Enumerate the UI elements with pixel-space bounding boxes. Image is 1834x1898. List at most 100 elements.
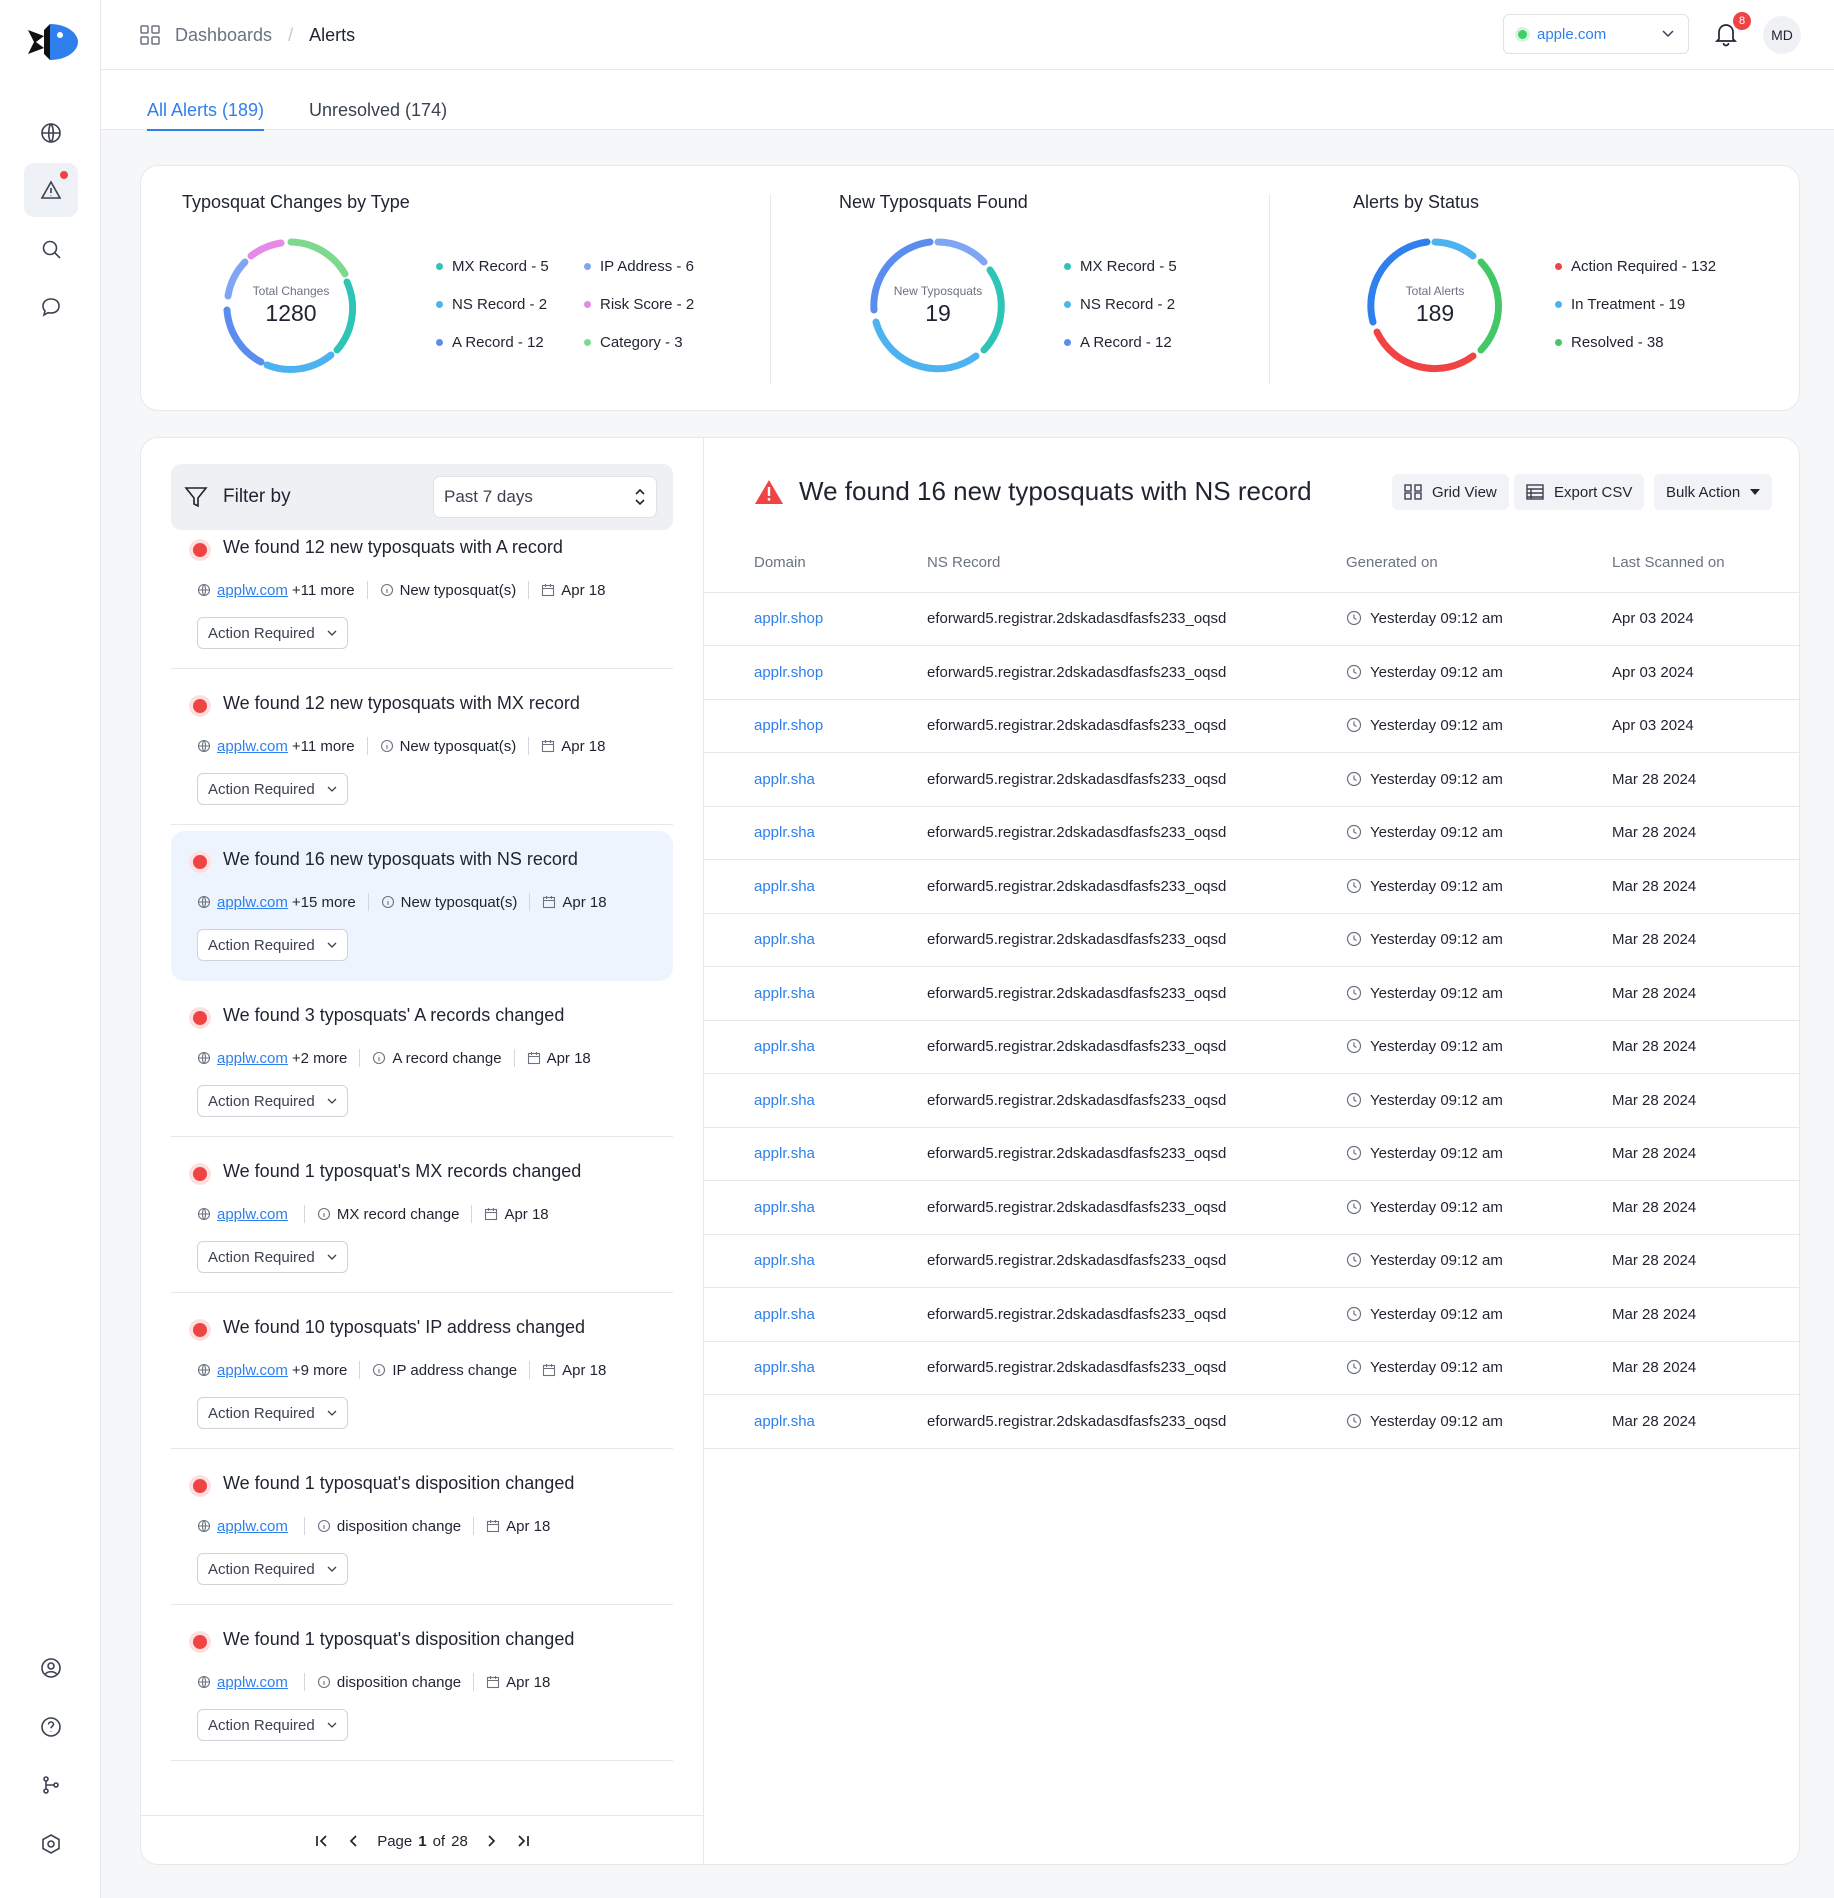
cell-domain[interactable]: applr.sha [704, 966, 927, 1021]
cell-domain[interactable]: applr.sha [704, 1020, 927, 1074]
last-page-icon[interactable] [516, 1834, 530, 1848]
cell-domain[interactable]: applr.sha [704, 1073, 927, 1128]
alert-item[interactable]: We found 10 typosquats' IP address chang… [171, 1299, 673, 1449]
nav-help[interactable] [24, 1700, 78, 1754]
nav-profile[interactable] [24, 1641, 78, 1695]
cell-domain[interactable]: applr.shop [704, 645, 927, 700]
alert-date: Apr 18 [561, 581, 606, 599]
cell-last-scanned: Mar 28 2024 [1612, 1073, 1799, 1128]
alert-item[interactable]: We found 12 new typosquats with A record… [171, 519, 673, 669]
table-row[interactable]: applr.shop eforward5.registrar.2dskadasdf… [704, 699, 1799, 753]
col-last-scanned[interactable]: Last Scanned on [1612, 533, 1799, 593]
nav-chat[interactable] [24, 280, 78, 334]
cell-domain[interactable]: applr.shop [704, 592, 927, 646]
table-row[interactable]: applr.sha eforward5.registrar.2dskadasdfa… [704, 1127, 1799, 1181]
col-ns-record[interactable]: NS Record [927, 533, 1346, 593]
table-row[interactable]: applr.sha eforward5.registrar.2dskadasdfa… [704, 1180, 1799, 1235]
table-row[interactable]: applr.sha eforward5.registrar.2dskadasdfa… [704, 1341, 1799, 1395]
avatar[interactable]: MD [1763, 16, 1801, 54]
domain-link[interactable]: applw.com [217, 1674, 288, 1691]
alerts-status-donut: Total Alerts 189 [1363, 234, 1507, 378]
alert-item[interactable]: We found 16 new typosquats with NS recor… [171, 831, 673, 981]
alert-item[interactable]: We found 1 typosquat's disposition chang… [171, 1455, 673, 1605]
status-dropdown[interactable]: Action Required [197, 929, 348, 961]
breadcrumb-separator: / [288, 24, 294, 45]
status-dropdown[interactable]: Action Required [197, 1085, 348, 1117]
table-row[interactable]: applr.shop eforward5.registrar.2dskadasdf… [704, 592, 1799, 646]
clock-icon [1346, 932, 1362, 947]
col-domain[interactable]: Domain [704, 533, 927, 593]
tab-all-alerts[interactable]: All Alerts (189) [147, 100, 265, 131]
cell-domain[interactable]: applr.sha [704, 1341, 927, 1395]
cell-domain[interactable]: applr.sha [704, 1180, 927, 1235]
status-dropdown[interactable]: Action Required [197, 1397, 348, 1429]
export-csv-button[interactable]: Export CSV [1514, 474, 1645, 510]
alert-item[interactable]: We found 1 typosquat's MX records change… [171, 1143, 673, 1293]
table-row[interactable]: applr.sha eforward5.registrar.2dskadasdfa… [704, 913, 1799, 967]
meta-divider [359, 1049, 361, 1067]
cell-ns-record: eforward5.registrar.2dskadasdfasfs233_oq… [927, 966, 1346, 1021]
cell-domain[interactable]: applr.sha [704, 752, 927, 807]
first-page-icon[interactable] [315, 1834, 329, 1848]
nav-settings[interactable] [24, 1817, 78, 1871]
cell-domain[interactable]: applr.sha [704, 1394, 927, 1449]
table-row[interactable]: applr.sha eforward5.registrar.2dskadasdfa… [704, 1394, 1799, 1449]
domain-link[interactable]: applw.com [217, 738, 288, 755]
status-value: Action Required [208, 624, 315, 642]
prev-page-icon[interactable] [349, 1834, 359, 1848]
cell-domain[interactable]: applr.sha [704, 1234, 927, 1288]
table-row[interactable]: applr.sha eforward5.registrar.2dskadasdfa… [704, 966, 1799, 1021]
status-dropdown[interactable]: Action Required [197, 1709, 348, 1741]
table-row[interactable]: applr.sha eforward5.registrar.2dskadasdfa… [704, 806, 1799, 860]
table-row[interactable]: applr.sha eforward5.registrar.2dskadasdfa… [704, 1234, 1799, 1288]
alert-divider [171, 824, 673, 825]
domain-link[interactable]: applw.com [217, 1362, 288, 1379]
table-row[interactable]: applr.shop eforward5.registrar.2dskadasdf… [704, 645, 1799, 700]
status-dropdown[interactable]: Action Required [197, 1553, 348, 1585]
table-row[interactable]: applr.sha eforward5.registrar.2dskadasdfa… [704, 1020, 1799, 1074]
table-row[interactable]: applr.sha eforward5.registrar.2dskadasdfa… [704, 859, 1799, 914]
col-generated-on[interactable]: Generated on [1346, 533, 1612, 593]
table-row[interactable]: applr.sha eforward5.registrar.2dskadasdfa… [704, 752, 1799, 807]
alert-item[interactable]: We found 12 new typosquats with MX recor… [171, 675, 673, 825]
grid-view-button[interactable]: Grid View [1392, 474, 1509, 510]
cell-domain[interactable]: applr.shop [704, 699, 927, 753]
domain-link[interactable]: applw.com [217, 894, 288, 911]
cell-generated-on: Yesterday 09:12 am [1346, 1073, 1612, 1128]
domain-link[interactable]: applw.com [217, 1206, 288, 1223]
status-value: Action Required [208, 1716, 315, 1734]
breadcrumb-dashboards[interactable]: Dashboards [175, 25, 272, 46]
cell-generated-on: Yesterday 09:12 am [1346, 645, 1612, 700]
nav-search[interactable] [24, 222, 78, 276]
cell-domain[interactable]: applr.sha [704, 1127, 927, 1181]
nav-globe[interactable] [24, 106, 78, 160]
table-row[interactable]: applr.sha eforward5.registrar.2dskadasdfa… [704, 1287, 1799, 1342]
cell-domain[interactable]: applr.sha [704, 806, 927, 860]
status-dropdown[interactable]: Action Required [197, 773, 348, 805]
domain-link[interactable]: applw.com [217, 582, 288, 599]
status-dropdown[interactable]: Action Required [197, 617, 348, 649]
nav-alerts[interactable] [24, 163, 78, 217]
domain-link[interactable]: applw.com [217, 1518, 288, 1535]
cell-last-scanned: Mar 28 2024 [1612, 1287, 1799, 1342]
domain-select[interactable]: apple.com [1503, 14, 1689, 54]
table-row[interactable]: applr.sha eforward5.registrar.2dskadasdfa… [704, 1073, 1799, 1128]
meta-divider [473, 1517, 475, 1535]
status-dropdown[interactable]: Action Required [197, 1241, 348, 1273]
cell-domain[interactable]: applr.sha [704, 913, 927, 967]
tab-unresolved[interactable]: Unresolved (174) [309, 100, 447, 129]
cell-domain[interactable]: applr.sha [704, 1287, 927, 1342]
nav-integrations[interactable] [24, 1758, 78, 1812]
period-select[interactable]: Past 7 days [433, 476, 657, 518]
legend-item: Risk Score - 2 [584, 296, 694, 313]
cell-domain[interactable]: applr.sha [704, 859, 927, 914]
domain-link[interactable]: applw.com [217, 1050, 288, 1067]
alert-item[interactable]: We found 1 typosquat's disposition chang… [171, 1611, 673, 1761]
cell-generated-on: Yesterday 09:12 am [1346, 966, 1612, 1021]
alert-item[interactable]: We found 3 typosquats' A records changed… [171, 987, 673, 1137]
next-page-icon[interactable] [486, 1834, 496, 1848]
cell-last-scanned: Mar 28 2024 [1612, 1020, 1799, 1074]
clock-icon [1346, 1413, 1362, 1428]
fish-logo[interactable] [24, 20, 78, 66]
bulk-action-button[interactable]: Bulk Action [1654, 474, 1773, 510]
